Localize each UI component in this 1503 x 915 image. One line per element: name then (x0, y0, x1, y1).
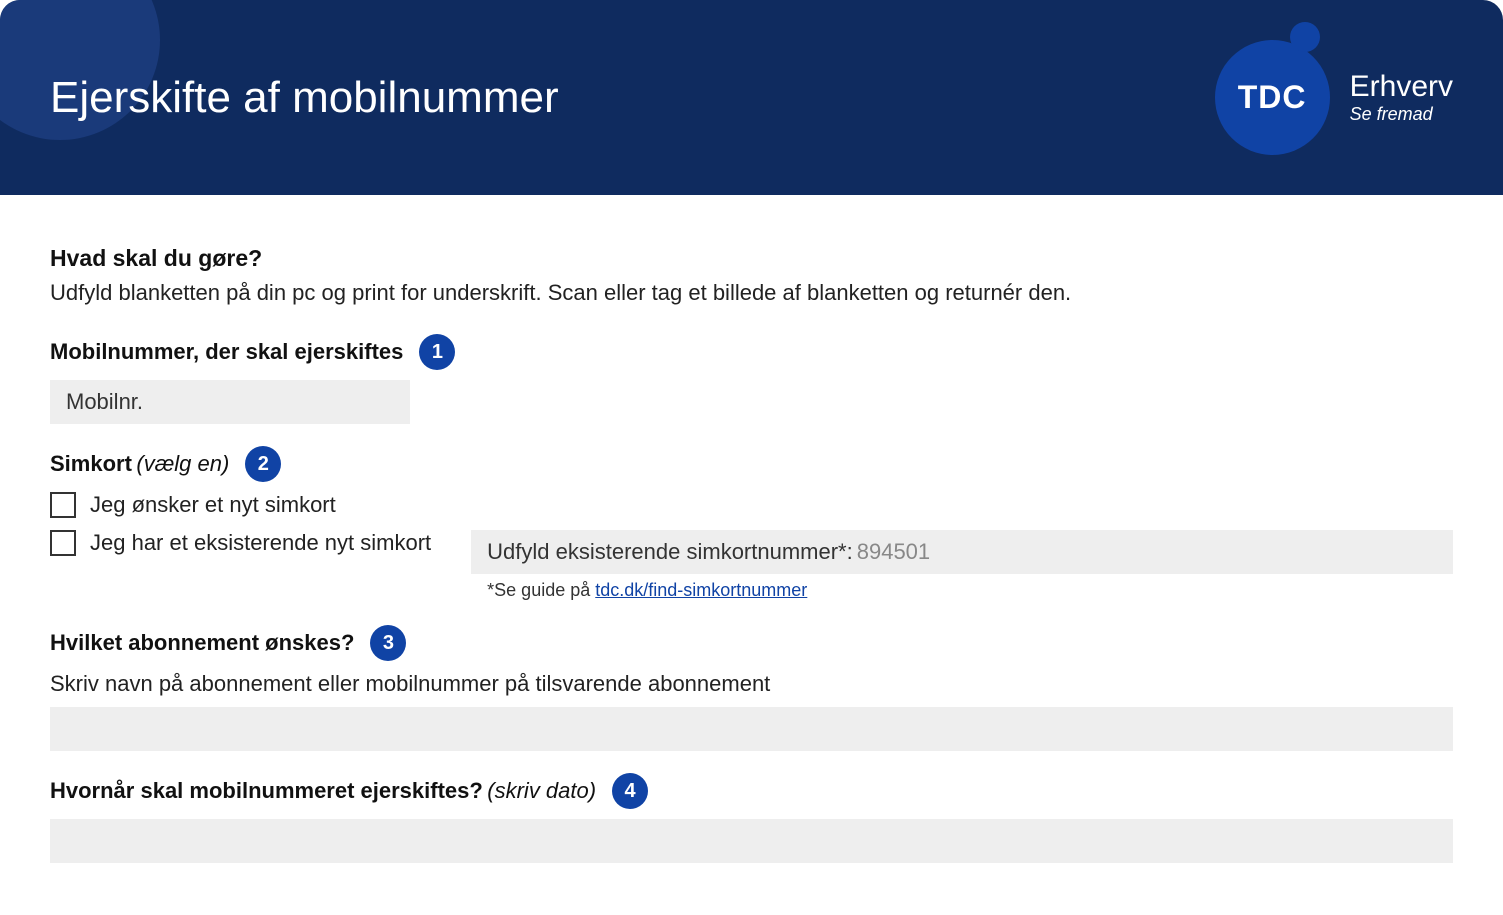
logo-tdc-text: TDC (1238, 79, 1307, 116)
section2-heading: Simkort (50, 451, 132, 476)
section2-subheading: (vælg en) (136, 451, 229, 476)
step-badge-1: 1 (419, 334, 455, 370)
section3-header: Hvilket abonnement ønskes? 3 (50, 625, 1453, 661)
logo-tagline: Se fremad (1350, 104, 1453, 125)
sim-option-existing-row: Jeg har et eksisterende nyt simkort Udfy… (50, 530, 1453, 601)
section1-header: Mobilnummer, der skal ejerskiftes 1 (50, 334, 1453, 370)
section3-subtext: Skriv navn på abonnement eller mobilnumm… (50, 671, 1453, 697)
page-title: Ejerskifte af mobilnummer (50, 73, 559, 123)
logo-brand: Erhverv (1350, 70, 1453, 104)
logo-text-block: Erhverv Se fremad (1350, 70, 1453, 125)
subscription-input[interactable] (50, 707, 1453, 751)
logo-area: TDC Erhverv Se fremad (1215, 40, 1453, 155)
section2-header: Simkort (vælg en) 2 (50, 446, 1453, 482)
section3-heading: Hvilket abonnement ønskes? (50, 630, 354, 656)
step-badge-4: 4 (612, 773, 648, 809)
section4-header: Hvornår skal mobilnummeret ejerskiftes? … (50, 773, 1453, 809)
guide-prefix: *Se guide på (487, 580, 595, 600)
mobile-number-input[interactable] (50, 380, 410, 424)
section1-heading: Mobilnummer, der skal ejerskiftes (50, 339, 403, 365)
sim-option-new-row: Jeg ønsker et nyt simkort (50, 492, 1453, 518)
tdc-logo-icon: TDC (1215, 40, 1330, 155)
sim-input-value: 894501 (857, 539, 930, 565)
sim-existing-checkbox[interactable] (50, 530, 76, 556)
step-badge-3: 3 (370, 625, 406, 661)
intro-text: Udfyld blanketten på din pc og print for… (50, 280, 1453, 306)
sim-input-label: Udfyld eksisterende simkortnummer*: (487, 539, 853, 565)
step-badge-2: 2 (245, 446, 281, 482)
form-content: Hvad skal du gøre? Udfyld blanketten på … (0, 195, 1503, 915)
intro-heading: Hvad skal du gøre? (50, 245, 1453, 272)
sim-existing-label: Jeg har et eksisterende nyt simkort (90, 530, 431, 556)
sim-number-input[interactable]: Udfyld eksisterende simkortnummer*: 8945… (471, 530, 1453, 574)
sim-new-checkbox[interactable] (50, 492, 76, 518)
section4-subheading: (skriv dato) (487, 778, 596, 803)
page-header: Ejerskifte af mobilnummer TDC Erhverv Se… (0, 0, 1503, 195)
date-input[interactable] (50, 819, 1453, 863)
section4-heading: Hvornår skal mobilnummeret ejerskiftes? (50, 778, 483, 803)
sim-guide-note: *Se guide på tdc.dk/find-simkortnummer (471, 580, 1453, 601)
sim-new-label: Jeg ønsker et nyt simkort (90, 492, 336, 518)
sim-guide-link[interactable]: tdc.dk/find-simkortnummer (595, 580, 807, 600)
